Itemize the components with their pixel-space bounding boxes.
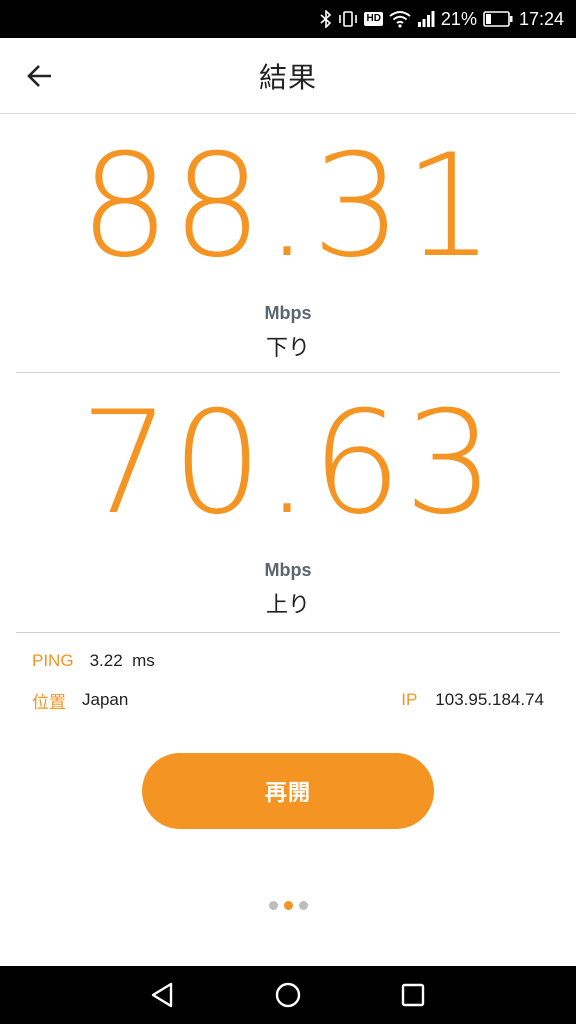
battery-icon bbox=[483, 0, 513, 38]
location-value: Japan bbox=[82, 690, 129, 709]
page-indicator bbox=[0, 899, 576, 911]
upload-unit: Mbps bbox=[264, 560, 312, 580]
nav-back-button[interactable] bbox=[143, 975, 183, 1015]
nav-recents-button[interactable] bbox=[393, 975, 433, 1015]
bluetooth-icon bbox=[320, 0, 332, 38]
app-bar: 結果 bbox=[0, 38, 576, 114]
info-area: PING 3.22 ms 位置 Japan IP 103.95.184.74 bbox=[0, 633, 576, 733]
back-triangle-icon bbox=[151, 982, 172, 1008]
upload-label: 上り bbox=[265, 592, 310, 617]
hd-icon: HD bbox=[364, 12, 383, 26]
ping-key: PING bbox=[32, 651, 74, 670]
vibrate-icon bbox=[338, 0, 358, 38]
home-circle-icon bbox=[275, 982, 301, 1008]
upload-speed-value: 70.63 bbox=[79, 381, 497, 546]
ping-row: PING 3.22 ms bbox=[32, 648, 544, 674]
navigation-bar bbox=[0, 966, 576, 1024]
location-row: 位置 Japan IP 103.95.184.74 bbox=[32, 687, 544, 713]
wifi-icon bbox=[389, 0, 411, 38]
recents-square-icon bbox=[402, 983, 425, 1007]
page-dot[interactable] bbox=[298, 900, 308, 910]
download-section: 88.31 Mbps 下り bbox=[16, 114, 560, 373]
download-speed-value: 88.31 bbox=[79, 124, 497, 289]
ping-value: 3.22 ms bbox=[89, 651, 155, 670]
download-unit: Mbps bbox=[264, 303, 312, 323]
ip-value: 103.95.184.74 bbox=[435, 690, 544, 709]
battery-percent: 21% bbox=[440, 8, 477, 29]
ip-key: IP bbox=[401, 690, 418, 709]
signal-icon bbox=[417, 0, 435, 38]
upload-section: 70.63 Mbps 上り bbox=[16, 373, 560, 633]
location-key: 位置 bbox=[32, 692, 66, 712]
ip-group: IP 103.95.184.74 bbox=[401, 690, 544, 710]
nav-home-button[interactable] bbox=[268, 975, 308, 1015]
page-dot[interactable] bbox=[268, 900, 278, 910]
clock: 17:24 bbox=[518, 8, 564, 29]
page-title: 結果 bbox=[258, 61, 317, 93]
page-dot-active[interactable] bbox=[283, 900, 293, 910]
download-label: 下り bbox=[265, 335, 310, 360]
arrow-left-icon bbox=[27, 65, 51, 87]
status-bar: HD 21% 17:24 bbox=[0, 0, 576, 38]
restart-button[interactable]: 再開 bbox=[142, 753, 434, 829]
back-button[interactable] bbox=[20, 56, 60, 96]
